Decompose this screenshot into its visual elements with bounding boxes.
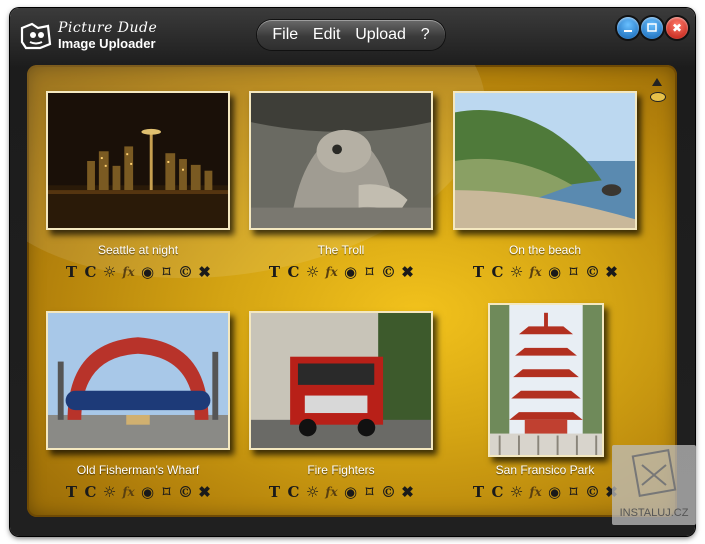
brightness-icon[interactable]: ☼ (508, 263, 526, 281)
close-button[interactable]: ✖ (666, 17, 688, 39)
copyright-icon[interactable]: © (380, 483, 398, 501)
rotate-icon[interactable]: C (82, 263, 100, 281)
brand-name: Picture Dude (58, 20, 158, 36)
photo-caption: Fire Fighters (307, 463, 375, 477)
watermark: INSTALUJ.CZ (612, 445, 696, 525)
redeye-icon[interactable]: ◉ (342, 263, 360, 281)
photo-thumbnail-seattle[interactable] (46, 91, 230, 230)
photo-thumbnail-pagoda[interactable] (488, 303, 604, 457)
photo-toolbar: T C ☼ fx ◉ ⌑ © ✖ (241, 483, 441, 501)
photo-caption: Old Fisherman's Wharf (76, 463, 200, 477)
redeye-icon[interactable]: ◉ (139, 483, 157, 501)
photo-gallery-panel: Seattle at night T C ☼ fx ◉ ⌑ © ✖ The Tr… (27, 65, 677, 517)
menu-help[interactable]: ? (421, 26, 430, 44)
crop-icon[interactable]: ⌑ (565, 483, 583, 501)
copyright-icon[interactable]: © (584, 263, 602, 281)
watermark-logo-icon (631, 449, 677, 497)
crop-icon[interactable]: ⌑ (361, 263, 379, 281)
menu-upload[interactable]: Upload (355, 26, 406, 44)
remove-icon[interactable]: ✖ (196, 483, 214, 501)
brightness-icon[interactable]: ☼ (101, 263, 119, 281)
brightness-icon[interactable]: ☼ (101, 483, 119, 501)
crop-icon[interactable]: ⌑ (158, 483, 176, 501)
add-text-icon[interactable]: T (63, 263, 81, 281)
photo-thumbnail-firetruck[interactable] (249, 311, 433, 450)
brightness-icon[interactable]: ☼ (508, 483, 526, 501)
effects-icon[interactable]: fx (120, 483, 138, 501)
add-text-icon[interactable]: T (266, 483, 284, 501)
menu-edit[interactable]: Edit (313, 26, 341, 44)
redeye-icon[interactable]: ◉ (546, 483, 564, 501)
effects-icon[interactable]: fx (323, 483, 341, 501)
add-text-icon[interactable]: T (470, 263, 488, 281)
add-text-icon[interactable]: T (470, 483, 488, 501)
remove-icon[interactable]: ✖ (399, 483, 417, 501)
brand-subtitle: Image Uploader (58, 36, 156, 51)
photo-toolbar: T C ☼ fx ◉ ⌑ © ✖ (445, 263, 645, 281)
maximize-button[interactable] (641, 17, 663, 39)
redeye-icon[interactable]: ◉ (139, 263, 157, 281)
photo-toolbar: T C ☼ fx ◉ ⌑ © ✖ (38, 263, 238, 281)
copyright-icon[interactable]: © (177, 483, 195, 501)
minimize-icon (624, 30, 632, 32)
remove-icon[interactable]: ✖ (399, 263, 417, 281)
app-logo-icon (20, 22, 52, 50)
crop-icon[interactable]: ⌑ (361, 483, 379, 501)
app-brand: Picture Dude Image Uploader (58, 20, 157, 52)
add-text-icon[interactable]: T (266, 263, 284, 281)
rotate-icon[interactable]: C (82, 483, 100, 501)
rotate-icon[interactable]: C (285, 483, 303, 501)
photo-caption: Seattle at night (97, 243, 179, 257)
rotate-icon[interactable]: C (489, 263, 507, 281)
close-icon: ✖ (671, 21, 683, 35)
photo-caption: On the beach (508, 243, 582, 257)
redeye-icon[interactable]: ◉ (342, 483, 360, 501)
menu-bar: File Edit Upload ? (257, 20, 445, 50)
rotate-icon[interactable]: C (489, 483, 507, 501)
photo-toolbar: T C ☼ fx ◉ ⌑ © ✖ (241, 263, 441, 281)
copyright-icon[interactable]: © (177, 263, 195, 281)
crop-icon[interactable]: ⌑ (158, 263, 176, 281)
photo-thumbnail-wharf[interactable] (46, 311, 230, 450)
minimize-button[interactable] (617, 17, 639, 39)
scroll-up-icon[interactable] (652, 78, 662, 86)
watermark-text: INSTALUJ.CZ (619, 507, 689, 519)
photo-toolbar: T C ☼ fx ◉ ⌑ © ✖ (38, 483, 238, 501)
brightness-icon[interactable]: ☼ (304, 263, 322, 281)
crop-icon[interactable]: ⌑ (565, 263, 583, 281)
photo-caption: The Troll (317, 243, 365, 257)
rotate-icon[interactable]: C (285, 263, 303, 281)
effects-icon[interactable]: fx (527, 263, 545, 281)
effects-icon[interactable]: fx (323, 263, 341, 281)
photo-thumbnail-troll[interactable] (249, 91, 433, 230)
copyright-icon[interactable]: © (380, 263, 398, 281)
remove-icon[interactable]: ✖ (603, 263, 621, 281)
effects-icon[interactable]: fx (120, 263, 138, 281)
scroll-thumb[interactable] (650, 92, 666, 102)
effects-icon[interactable]: fx (527, 483, 545, 501)
add-text-icon[interactable]: T (63, 483, 81, 501)
remove-icon[interactable]: ✖ (196, 263, 214, 281)
photo-thumbnail-beach[interactable] (453, 91, 637, 230)
brightness-icon[interactable]: ☼ (304, 483, 322, 501)
redeye-icon[interactable]: ◉ (546, 263, 564, 281)
maximize-icon (647, 23, 657, 32)
menu-file[interactable]: File (272, 26, 298, 44)
copyright-icon[interactable]: © (584, 483, 602, 501)
